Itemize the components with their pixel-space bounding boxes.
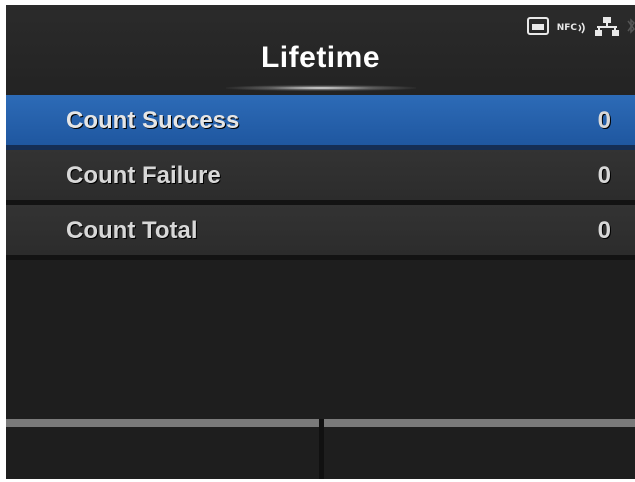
list-item-count-total[interactable]: Count Total 0 [6, 205, 635, 260]
list-item-value: 0 [597, 107, 611, 134]
counter-list: Count Success 0 Count Failure 0 Count To… [6, 95, 635, 260]
softkey-right-indicator [324, 419, 635, 427]
softkey-right[interactable] [324, 427, 635, 479]
list-item-value: 0 [597, 217, 611, 244]
softkey-left-indicator [6, 419, 319, 427]
network-icon [595, 16, 619, 41]
list-item-count-success[interactable]: Count Success 0 [6, 95, 635, 150]
nfc-icon: NFC [557, 21, 587, 35]
list-item-count-failure[interactable]: Count Failure 0 [6, 150, 635, 205]
nfc-label: NFC [556, 23, 577, 33]
header: NFC Lifetime [6, 5, 635, 95]
sd-card-icon [526, 16, 549, 40]
bluetooth-icon [627, 16, 635, 41]
list-item-label: Count Failure [66, 162, 221, 189]
page-title: Lifetime [260, 41, 381, 74]
softkey-divider [319, 419, 324, 479]
status-icons: NFC [526, 16, 635, 41]
softkey-bar [6, 419, 635, 479]
list-item-value: 0 [597, 162, 611, 189]
softkey-left[interactable] [6, 427, 319, 479]
list-item-label: Count Total [66, 217, 198, 244]
list-item-label: Count Success [66, 107, 240, 134]
title-underline-glow [226, 85, 416, 91]
printer-screen: NFC Lifetime Count Success 0 Count Failu… [6, 5, 635, 479]
